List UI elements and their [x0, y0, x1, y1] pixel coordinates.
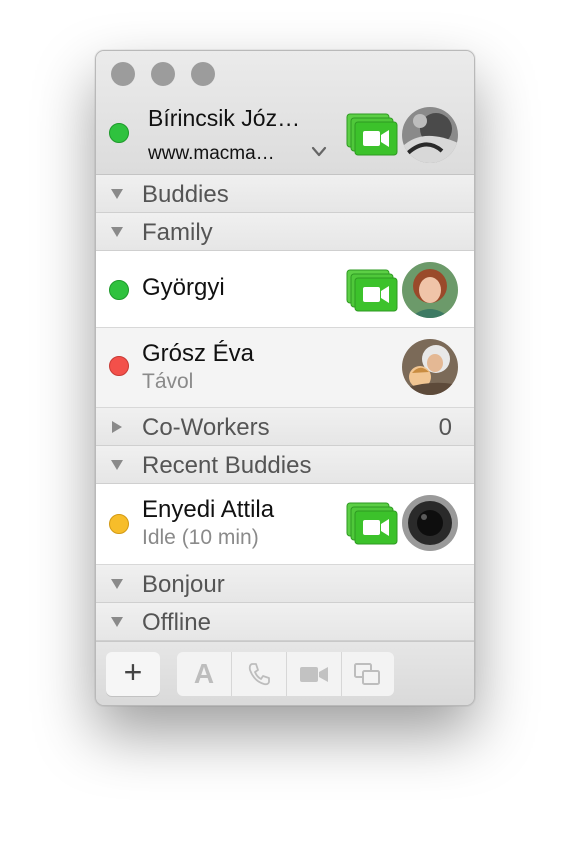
title-bar: Bírincsik Józ… www.macma…	[96, 51, 474, 175]
presence-available-indicator	[109, 280, 129, 300]
buddy-avatar	[402, 495, 458, 551]
group-header-co-workers[interactable]: Co-Workers 0	[96, 408, 474, 446]
buddy-row-enyedi-attila[interactable]: Enyedi Attila Idle (10 min)	[96, 484, 474, 565]
video-chat-icon[interactable]	[346, 502, 400, 546]
buddy-row-grosz-eva[interactable]: Grósz Éva Távol	[96, 328, 474, 408]
self-status-indicator	[109, 123, 129, 143]
screen-sharing-button[interactable]	[342, 652, 394, 696]
video-chat-icon[interactable]	[346, 113, 400, 157]
presence-away-indicator	[109, 356, 129, 376]
chevron-down-icon[interactable]	[310, 145, 328, 159]
zoom-window-button[interactable]	[191, 62, 215, 86]
disclosure-triangle-down-icon[interactable]	[110, 458, 124, 472]
disclosure-triangle-down-icon[interactable]	[110, 187, 124, 201]
group-header-offline[interactable]: Offline	[96, 603, 474, 641]
buddy-avatar	[402, 339, 458, 395]
text-chat-button[interactable]: A	[177, 652, 231, 696]
disclosure-triangle-down-icon[interactable]	[110, 225, 124, 239]
group-label: Offline	[142, 609, 211, 636]
group-header-buddies[interactable]: Buddies	[96, 175, 474, 213]
self-status-message[interactable]: www.macma…	[148, 143, 275, 165]
buddy-status: Távol	[142, 370, 194, 393]
screen-sharing-icon	[354, 663, 380, 685]
close-window-button[interactable]	[111, 62, 135, 86]
group-label: Recent Buddies	[142, 452, 312, 479]
group-label: Family	[142, 219, 213, 246]
video-call-button[interactable]	[287, 652, 341, 696]
buddy-status: Idle (10 min)	[142, 526, 259, 549]
group-count: 0	[438, 414, 452, 441]
add-icon: +	[123, 654, 143, 690]
buddy-row-gyorgyi[interactable]: Györgyi	[96, 251, 474, 328]
bottom-toolbar: + A	[96, 641, 474, 705]
phone-icon	[248, 663, 270, 686]
self-avatar[interactable]	[402, 107, 458, 163]
self-name: Bírincsik Józ…	[148, 105, 301, 131]
group-label: Buddies	[142, 181, 229, 208]
group-header-bonjour[interactable]: Bonjour	[96, 565, 474, 603]
add-buddy-button[interactable]: +	[106, 652, 160, 696]
buddy-name: Enyedi Attila	[142, 496, 275, 523]
group-header-recent-buddies[interactable]: Recent Buddies	[96, 446, 474, 484]
disclosure-triangle-down-icon[interactable]	[110, 577, 124, 591]
minimize-window-button[interactable]	[151, 62, 175, 86]
messages-buddy-list-window: Bírincsik Józ… www.macma… Buddies Family…	[95, 50, 475, 706]
disclosure-triangle-down-icon[interactable]	[110, 615, 124, 629]
buddy-name: Györgyi	[142, 274, 225, 301]
disclosure-triangle-right-icon[interactable]	[110, 420, 124, 434]
video-chat-icon[interactable]	[346, 269, 400, 313]
video-camera-icon	[300, 667, 328, 682]
text-chat-icon: A	[193, 658, 215, 689]
presence-idle-indicator	[109, 514, 129, 534]
buddy-avatar	[402, 262, 458, 318]
group-label: Co-Workers	[142, 414, 270, 441]
buddy-name: Grósz Éva	[142, 340, 255, 367]
group-header-family[interactable]: Family	[96, 213, 474, 251]
audio-call-button[interactable]	[232, 652, 286, 696]
group-label: Bonjour	[142, 571, 225, 598]
